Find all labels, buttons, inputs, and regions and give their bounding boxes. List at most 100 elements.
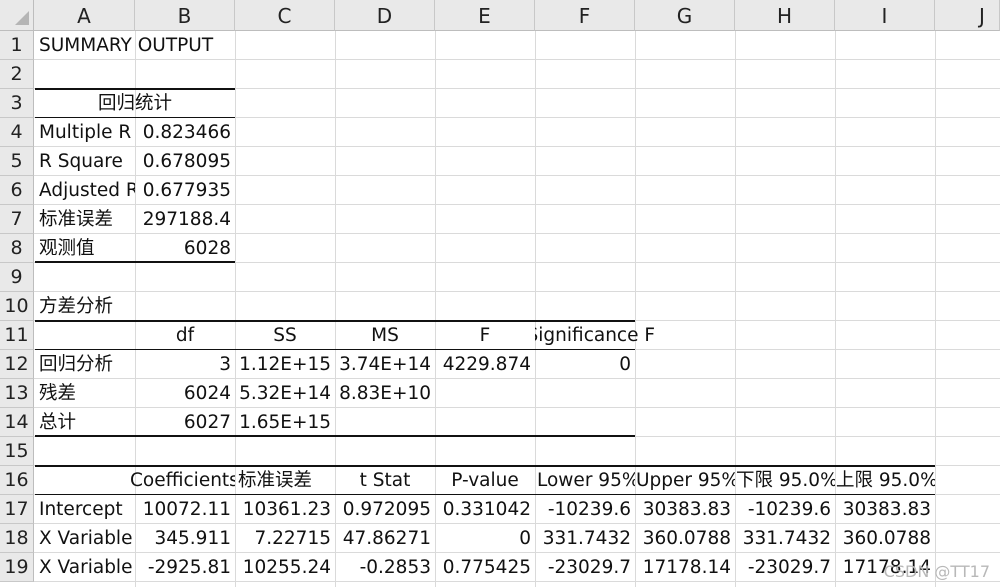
coef-x2-lower-95-0[interactable]: -23029.7: [735, 553, 835, 582]
coef-x2-coefficient[interactable]: -2925.81: [135, 553, 235, 582]
coef-x1-upper-95[interactable]: 360.0788: [635, 524, 735, 553]
row-header-4[interactable]: 4: [0, 118, 34, 147]
row-header-6[interactable]: 6: [0, 176, 34, 205]
row-header-10[interactable]: 10: [0, 292, 34, 321]
coef-x1-coefficient[interactable]: 345.911: [135, 524, 235, 553]
coef-intercept-lower-95[interactable]: -10239.6: [535, 495, 635, 524]
anova-header-f[interactable]: F: [435, 321, 535, 350]
row-header-9[interactable]: 9: [0, 263, 34, 292]
anova-header-ss[interactable]: SS: [235, 321, 335, 350]
stat-label-std-error[interactable]: 标准误差: [35, 205, 135, 234]
spreadsheet-grid[interactable]: A B C D E F G H I J 1 2 3 4 5 6 7 8 9 10…: [0, 0, 1000, 587]
coef-header-std-error[interactable]: 标准误差: [238, 466, 335, 495]
anova-row-label-residual[interactable]: 残差: [35, 379, 135, 408]
coef-header-upper-95[interactable]: Upper 95%: [636, 466, 735, 495]
row-header-3[interactable]: 3: [0, 89, 34, 118]
anova-regression-ss[interactable]: 1.12E+15: [235, 350, 335, 379]
row-header-13[interactable]: 13: [0, 379, 34, 408]
coef-header-lower-95[interactable]: Lower 95%: [537, 466, 635, 495]
column-header-a[interactable]: A: [34, 0, 135, 31]
anova-total-df[interactable]: 6027: [135, 408, 235, 437]
anova-title[interactable]: 方差分析: [35, 292, 135, 321]
anova-row-label-total[interactable]: 总计: [35, 408, 135, 437]
column-header-f[interactable]: F: [535, 0, 635, 31]
coef-intercept-lower-95-0[interactable]: -10239.6: [735, 495, 835, 524]
anova-regression-ms[interactable]: 3.74E+14: [335, 350, 435, 379]
regression-stats-header[interactable]: 回归统计: [35, 89, 235, 118]
gridline-col-j: [935, 31, 936, 587]
anova-row-label-regression[interactable]: 回归分析: [35, 350, 135, 379]
watermark-text: CSDN @TT17: [883, 562, 990, 581]
row-header-7[interactable]: 7: [0, 205, 34, 234]
select-all-triangle-icon: [15, 11, 29, 25]
column-header-g[interactable]: G: [635, 0, 735, 31]
stat-value-observations[interactable]: 6028: [135, 234, 235, 263]
coef-intercept-coefficient[interactable]: 10072.11: [135, 495, 235, 524]
row-header-2[interactable]: 2: [0, 60, 34, 89]
gridline-row-9: [34, 291, 1000, 292]
coef-x2-lower-95[interactable]: -23029.7: [535, 553, 635, 582]
coef-x1-lower-95[interactable]: 331.7432: [535, 524, 635, 553]
anova-residual-ss[interactable]: 5.32E+14: [235, 379, 335, 408]
coef-x1-t-stat[interactable]: 47.86271: [335, 524, 435, 553]
row-header-12[interactable]: 12: [0, 350, 34, 379]
column-header-j[interactable]: J: [935, 0, 1000, 31]
coef-row-label-x-variable-1[interactable]: X Variable: [35, 524, 135, 553]
coef-intercept-upper-95[interactable]: 30383.83: [635, 495, 735, 524]
stat-value-multiple-r[interactable]: 0.823466: [135, 118, 235, 147]
column-header-e[interactable]: E: [435, 0, 535, 31]
row-header-1[interactable]: 1: [0, 31, 34, 60]
coef-intercept-std-error[interactable]: 10361.23: [235, 495, 335, 524]
coef-x2-p-value[interactable]: 0.775425: [435, 553, 535, 582]
coef-header-t-stat[interactable]: t Stat: [335, 466, 435, 495]
stat-label-multiple-r[interactable]: Multiple R: [35, 118, 135, 147]
coef-x1-upper-95-0[interactable]: 360.0788: [835, 524, 935, 553]
coef-intercept-upper-95-0[interactable]: 30383.83: [835, 495, 935, 524]
coef-x1-lower-95-0[interactable]: 331.7432: [735, 524, 835, 553]
coef-x1-std-error[interactable]: 7.22715: [235, 524, 335, 553]
stat-label-observations[interactable]: 观测值: [35, 234, 135, 263]
coef-header-lower-95-0[interactable]: 下限 95.0%: [736, 466, 835, 495]
column-header-c[interactable]: C: [235, 0, 335, 31]
column-header-d[interactable]: D: [335, 0, 435, 31]
stat-value-r-square[interactable]: 0.678095: [135, 147, 235, 176]
row-header-17[interactable]: 17: [0, 495, 34, 524]
row-header-16[interactable]: 16: [0, 466, 34, 495]
stat-value-adjusted-r[interactable]: 0.677935: [135, 176, 235, 205]
row-header-14[interactable]: 14: [0, 408, 34, 437]
coef-x2-upper-95[interactable]: 17178.14: [635, 553, 735, 582]
anova-header-df[interactable]: df: [135, 321, 235, 350]
coef-intercept-t-stat[interactable]: 0.972095: [335, 495, 435, 524]
row-header-5[interactable]: 5: [0, 147, 34, 176]
anova-residual-ms[interactable]: 8.83E+10: [335, 379, 435, 408]
coef-header-upper-95-0[interactable]: 上限 95.0%: [836, 466, 935, 495]
coef-row-label-x-variable-2[interactable]: X Variable: [35, 553, 135, 582]
row-header-15[interactable]: 15: [0, 437, 34, 466]
anova-regression-df[interactable]: 3: [135, 350, 235, 379]
coef-header-coefficients[interactable]: Coefficients: [130, 466, 235, 495]
anova-header-significance-f[interactable]: Significance F: [535, 321, 655, 350]
stat-value-std-error[interactable]: 297188.4: [135, 205, 235, 234]
column-header-b[interactable]: B: [135, 0, 235, 31]
coef-row-label-intercept[interactable]: Intercept: [35, 495, 135, 524]
stat-label-r-square[interactable]: R Square: [35, 147, 135, 176]
row-header-11[interactable]: 11: [0, 321, 34, 350]
row-header-8[interactable]: 8: [0, 234, 34, 263]
select-all-corner[interactable]: [0, 0, 34, 31]
coef-x2-std-error[interactable]: 10255.24: [235, 553, 335, 582]
anova-residual-df[interactable]: 6024: [135, 379, 235, 408]
anova-regression-f[interactable]: 4229.874: [435, 350, 535, 379]
column-header-i[interactable]: I: [835, 0, 935, 31]
anova-header-ms[interactable]: MS: [335, 321, 435, 350]
summary-title[interactable]: SUMMARY OUTPUT: [35, 31, 235, 60]
anova-total-ss[interactable]: 1.65E+15: [235, 408, 335, 437]
row-header-19[interactable]: 19: [0, 553, 34, 582]
row-header-18[interactable]: 18: [0, 524, 34, 553]
stat-label-adjusted-r[interactable]: Adjusted R: [35, 176, 135, 205]
column-header-h[interactable]: H: [735, 0, 835, 31]
coef-header-p-value[interactable]: P-value: [435, 466, 535, 495]
coef-x1-p-value[interactable]: 0: [435, 524, 535, 553]
coef-x2-t-stat[interactable]: -0.2853: [335, 553, 435, 582]
coef-intercept-p-value[interactable]: 0.331042: [435, 495, 535, 524]
anova-regression-significance-f[interactable]: 0: [535, 350, 635, 379]
